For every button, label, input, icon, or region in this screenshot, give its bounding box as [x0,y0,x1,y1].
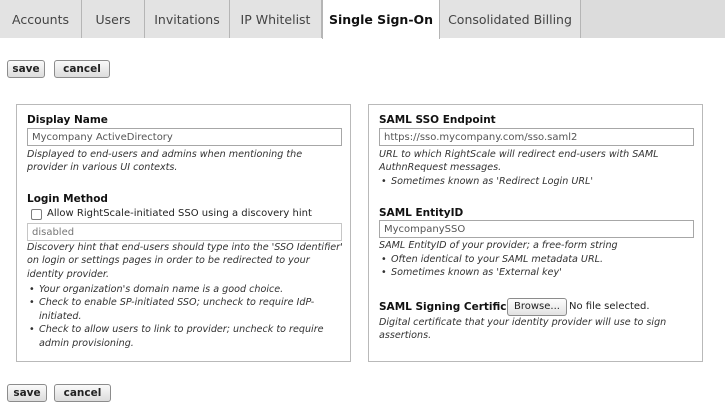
list-item: Sometimes known as 'Redirect Login URL' [379,175,697,189]
browse-button[interactable]: Browse... [507,298,567,316]
saml-entityid-bullets: Often identical to your SAML metadata UR… [379,253,697,280]
login-method-label: Login Method [27,193,108,205]
display-name-help: Displayed to end-users and admins when m… [27,149,303,174]
tab-users[interactable]: Users [82,0,145,38]
tab-consolidated-billing[interactable]: Consolidated Billing [440,0,581,38]
general-settings-panel: Display Name Displayed to end-users and … [16,104,351,362]
tab-accounts[interactable]: Accounts [0,0,82,38]
save-button[interactable]: save [7,60,45,78]
list-item: Sometimes known as 'External key' [379,266,697,280]
display-name-input[interactable] [27,128,342,146]
tab-bar-filler [581,0,725,38]
discovery-hint-checkbox[interactable] [31,209,42,220]
login-method-help: Discovery hint that end-users should typ… [27,242,343,280]
cancel-button[interactable]: cancel [54,60,110,78]
list-item: Your organization's domain name is a goo… [27,283,345,297]
saml-entityid-help: SAML EntityID of your provider; a free-f… [379,240,618,251]
saml-endpoint-label: SAML SSO Endpoint [379,114,496,126]
discovery-hint-input[interactable] [27,223,342,241]
file-status: No file selected. [569,301,650,312]
saml-entityid-input[interactable] [379,220,694,238]
saml-certificate-help: Digital certificate that your identity p… [379,317,667,342]
saml-endpoint-input[interactable] [379,128,694,146]
saml-endpoint-bullets: Sometimes known as 'Redirect Login URL' [379,175,697,189]
saml-entityid-label: SAML EntityID [379,207,464,219]
tab-bar: Accounts Users Invitations IP Whitelist … [0,0,725,39]
tab-invitations[interactable]: Invitations [145,0,230,38]
discovery-hint-checkbox-label[interactable]: Allow RightScale-initiated SSO using a d… [47,208,312,219]
list-item: Often identical to your SAML metadata UR… [379,253,697,267]
saml-certificate-label: SAML Signing Certificate [379,301,526,313]
display-name-label: Display Name [27,114,108,126]
list-item: Check to enable SP-initiated SSO; unchec… [27,296,345,323]
tab-single-sign-on[interactable]: Single Sign-On [322,0,440,39]
login-method-bullets: Your organization's domain name is a goo… [27,283,345,350]
list-item: Check to allow users to link to provider… [27,323,345,350]
saml-endpoint-help: URL to which RightScale will redirect en… [379,149,659,174]
saml-settings-panel: SAML SSO Endpoint URL to which RightScal… [368,104,703,362]
tab-ip-whitelist[interactable]: IP Whitelist [230,0,322,38]
save-button[interactable]: save [7,384,47,402]
cancel-button[interactable]: cancel [54,384,111,402]
